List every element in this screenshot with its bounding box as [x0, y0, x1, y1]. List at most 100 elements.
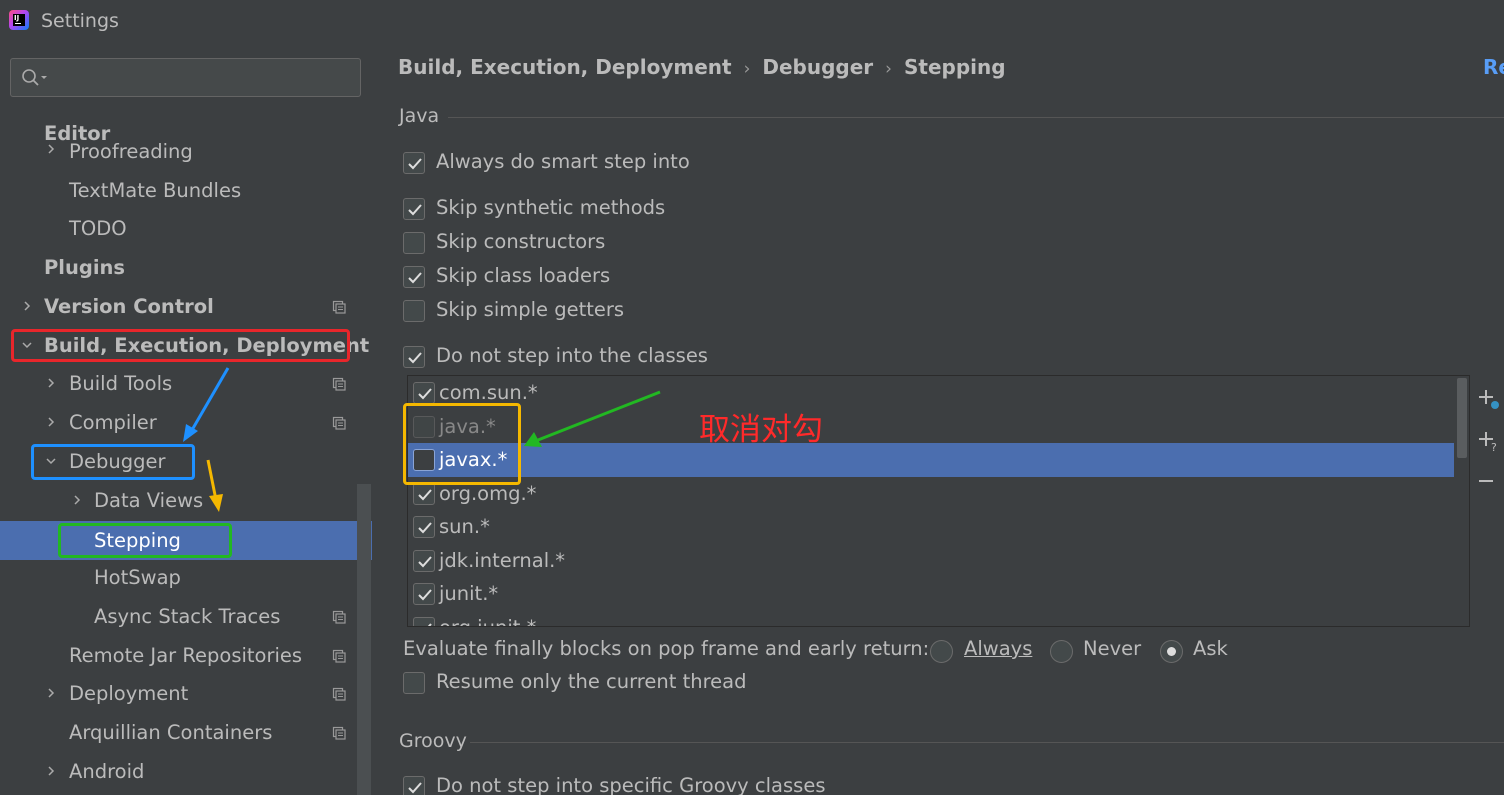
checkbox-box[interactable] [403, 672, 425, 694]
search-input[interactable] [10, 58, 361, 97]
add-class-icon[interactable] [1471, 383, 1504, 413]
checkbox-box[interactable] [413, 550, 435, 572]
annotation-red-box [11, 329, 350, 362]
annotation-yellow-box [403, 403, 521, 485]
checkmark-icon [427, 623, 432, 626]
project-settings-icon [332, 416, 346, 430]
sidebar-item-deployment[interactable]: Deployment [0, 676, 372, 712]
breadcrumb-item: Debugger [762, 55, 874, 79]
sidebar-item-proofreading[interactable]: Proofreading [0, 134, 372, 164]
class-filter-item[interactable]: junit.* [408, 577, 1454, 611]
checkbox-box[interactable] [413, 516, 435, 538]
sidebar-item-plugins[interactable]: Plugins [0, 250, 372, 286]
breadcrumb-separator: › [743, 59, 751, 79]
annotation-blue-box [31, 444, 195, 480]
sidebar-item-todo[interactable]: TODO [0, 211, 372, 247]
class-filter-item-selected[interactable]: javax.* [408, 443, 1454, 477]
settings-content: Build, Execution, Deployment › Debugger › St… [374, 0, 1504, 795]
class-filter-item[interactable]: org.omg.* [408, 477, 1454, 511]
project-settings-icon [332, 649, 346, 663]
evaluate-finally-label: Evaluate finally blocks on pop frame and… [403, 637, 930, 660]
class-filter-item[interactable]: sun.* [408, 510, 1454, 544]
radio-dot [1167, 647, 1176, 656]
sidebar-item-remote-jar-repositories[interactable]: Remote Jar Repositories [0, 638, 372, 674]
sidebar-item-textmate-bundles[interactable]: TextMate Bundles [0, 173, 372, 209]
annotation-text: 取消对勾 [699, 412, 823, 448]
checkbox-box[interactable] [413, 483, 435, 505]
checkbox-box[interactable] [413, 617, 435, 626]
sidebar-item-compiler[interactable]: Compiler [0, 405, 372, 441]
remove-icon[interactable] [1471, 467, 1504, 497]
checkmark-icon [408, 204, 422, 216]
sidebar-item-arquillian-containers[interactable]: Arquillian Containers [0, 715, 372, 751]
checkbox-box[interactable] [403, 152, 425, 174]
radio-always-label[interactable]: Always [964, 637, 1032, 660]
chevron-right-icon[interactable] [46, 417, 56, 427]
sidebar-item-build-tools[interactable]: Build Tools [0, 366, 372, 402]
class-filter-item[interactable]: com.sun.* [408, 376, 1454, 410]
checkmark-icon [408, 782, 422, 794]
chevron-right-icon[interactable] [46, 688, 56, 698]
checkbox-box[interactable] [403, 198, 425, 220]
reset-link[interactable]: Re [1483, 55, 1504, 79]
sidebar-item-version-control[interactable]: Version Control [0, 289, 372, 325]
checkbox-box[interactable] [413, 382, 435, 404]
search-icon[interactable] [21, 68, 51, 88]
checkmark-icon [418, 522, 432, 534]
class-filter-item[interactable]: jdk.internal.* [408, 544, 1454, 578]
checkbox-box[interactable] [403, 300, 425, 322]
class-filter-item[interactable]: org.junit.* [408, 611, 1454, 626]
chevron-right-icon[interactable] [22, 301, 32, 311]
chevron-right-icon[interactable] [46, 144, 56, 154]
svg-text:?: ? [1491, 441, 1497, 454]
project-settings-icon [332, 300, 346, 314]
checkbox-box[interactable] [413, 583, 435, 605]
settings-sidebar: Editor Proofreading TextMate Bundles TOD… [0, 44, 374, 795]
java-section-title: Java [399, 105, 440, 127]
chevron-right-icon[interactable] [72, 495, 82, 505]
intellij-logo-icon: IJ [9, 10, 29, 30]
class-list-scrollbar[interactable] [1454, 376, 1469, 626]
breadcrumb-separator: › [885, 59, 892, 79]
breadcrumb: Build, Execution, Deployment › Debugger › St… [398, 55, 1006, 79]
checkbox-box[interactable] [403, 346, 425, 368]
checkmark-icon [408, 272, 422, 284]
project-settings-icon [332, 687, 346, 701]
radio-never[interactable] [1050, 640, 1073, 663]
sidebar-item-hotswap[interactable]: HotSwap [0, 560, 372, 596]
checkmark-icon [418, 589, 432, 601]
chevron-right-icon[interactable] [46, 378, 56, 388]
project-settings-icon [332, 726, 346, 740]
sidebar-item-data-views[interactable]: Data Views [0, 483, 372, 519]
radio-ask-label[interactable]: Ask [1193, 637, 1228, 660]
groovy-section-title: Groovy [399, 730, 467, 752]
sidebar-item-async-stack-traces[interactable]: Async Stack Traces [0, 599, 372, 635]
scroll-thumb[interactable] [1457, 378, 1467, 458]
window-title: Settings [41, 10, 119, 32]
radio-always[interactable] [930, 640, 953, 663]
breadcrumb-item: Build, Execution, Deployment [398, 55, 732, 79]
section-divider [470, 742, 1504, 743]
class-filter-list[interactable]: com.sun.* java.* javax.* org.omg.* sun.*… [407, 375, 1470, 627]
class-list-toolbar: ? [1471, 375, 1504, 627]
chevron-right-icon[interactable] [46, 766, 56, 776]
radio-never-label[interactable]: Never [1083, 637, 1141, 660]
annotation-green-box [58, 523, 232, 558]
radio-ask[interactable] [1160, 640, 1183, 663]
project-settings-icon [332, 610, 346, 624]
project-settings-icon [332, 377, 346, 391]
checkbox-box[interactable] [403, 776, 425, 795]
checkmark-icon [418, 388, 432, 400]
breadcrumb-item: Stepping [903, 55, 1006, 79]
checkbox-box[interactable] [403, 232, 425, 254]
add-pattern-icon[interactable]: ? [1471, 425, 1504, 455]
checkmark-icon [418, 489, 432, 501]
section-divider [448, 117, 1504, 118]
class-filter-item[interactable]: java.* [408, 410, 1454, 444]
sidebar-scrollbar[interactable] [357, 484, 371, 795]
checkmark-icon [408, 158, 422, 170]
checkmark-icon [418, 556, 432, 568]
sidebar-item-android[interactable]: Android [0, 754, 372, 790]
checkbox-box[interactable] [403, 266, 425, 288]
checkmark-icon [408, 352, 422, 364]
